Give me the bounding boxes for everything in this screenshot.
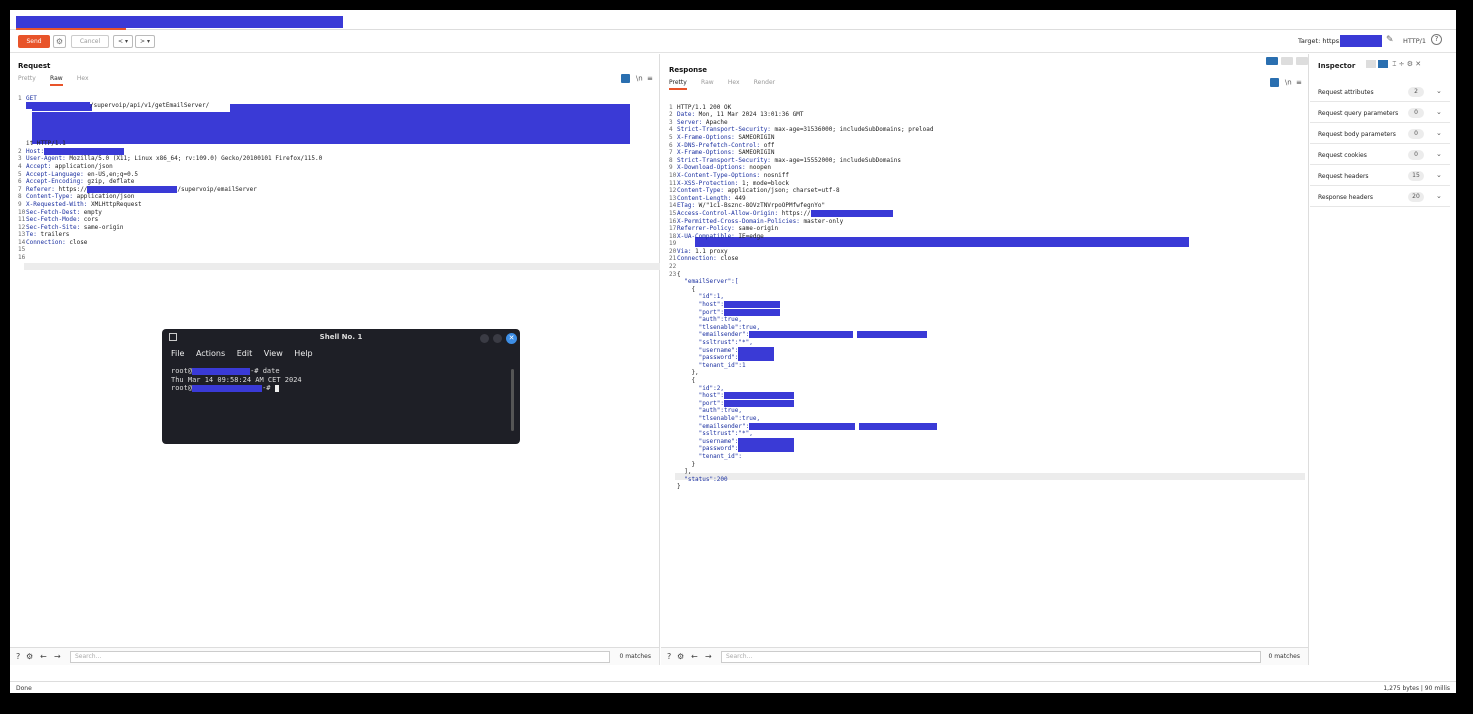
back-button[interactable]: < ▾ (113, 35, 133, 48)
current-line-highlight (24, 263, 660, 270)
toolbar: Send ⚙ Cancel < ▾ > ▾ Target: https:// ✎… (10, 31, 1456, 53)
edit-target-pencil-icon[interactable]: ✎ (1386, 35, 1394, 45)
settings-icon[interactable]: ⚙ (677, 652, 684, 661)
menu-edit[interactable]: Edit (237, 349, 253, 358)
inspector-controls: ⌶ ÷ ⚙ ✕ (1366, 60, 1421, 69)
request-find-bar: ? ⚙ ← → Search... 0 matches (10, 647, 659, 665)
response-find-bar: ? ⚙ ← → Search... 0 matches (661, 647, 1308, 665)
menu-actions[interactable]: Actions (196, 349, 225, 358)
active-tab-indicator (16, 28, 126, 30)
tab-hex[interactable]: Hex (728, 79, 740, 88)
count-badge: 0 (1408, 108, 1424, 118)
chevron-down-icon[interactable]: ⌄ (1436, 171, 1442, 179)
inspector-row-request-headers[interactable]: Request headers 15 ⌄ (1310, 166, 1450, 186)
chevron-down-icon[interactable]: ⌄ (1436, 129, 1442, 137)
chevron-down-icon[interactable]: ⌄ (1436, 108, 1442, 116)
settings-gear-icon[interactable]: ⚙ (53, 35, 66, 48)
wrap-toggle-icon[interactable] (620, 74, 630, 83)
collapse-icon[interactable]: ÷ (1399, 60, 1405, 68)
forward-button[interactable]: > ▾ (135, 35, 155, 48)
repeater-tab-bar (10, 10, 1456, 30)
inspector-layout-icon[interactable] (1366, 60, 1376, 68)
inspector-row-cookies[interactable]: Request cookies 0 ⌄ (1310, 145, 1450, 165)
status-text: Done (16, 685, 32, 692)
terminal-title-bar[interactable]: Shell No. 1 ✕ (162, 329, 520, 346)
newline-icon[interactable]: \n (1285, 79, 1292, 87)
menu-help[interactable]: Help (294, 349, 312, 358)
request-editor-controls: \n ≡ (620, 74, 653, 83)
terminal-cursor (274, 384, 279, 392)
terminal-title: Shell No. 1 (319, 333, 363, 341)
request-editor[interactable]: 1 GET /supervoip/api/v1/getEmailServer/ i… (18, 87, 322, 262)
terminal-output[interactable]: root@ -# date Thu Mar 14 09:58:24 AM CET … (171, 367, 302, 393)
count-badge: 0 (1408, 129, 1424, 139)
target-label: Target: https:// (1298, 37, 1346, 45)
wrap-toggle-icon[interactable] (1269, 78, 1279, 87)
inspector-row-response-headers[interactable]: Response headers 20 ⌄ (1310, 187, 1450, 207)
response-size-timing: 1,275 bytes | 90 millis (1383, 685, 1450, 692)
prev-match-icon[interactable]: ← (691, 652, 698, 661)
status-bar: Done 1,275 bytes | 90 millis (10, 681, 1456, 693)
count-badge: 20 (1408, 192, 1424, 202)
count-badge: 2 (1408, 87, 1424, 97)
help-icon[interactable]: ? (667, 652, 671, 661)
minimize-icon[interactable] (480, 334, 489, 343)
tab-raw[interactable]: Raw (701, 79, 714, 88)
inspector-panel: Inspector ⌶ ÷ ⚙ ✕ Request attributes 2 ⌄… (1310, 54, 1456, 665)
response-title: Response (669, 66, 708, 74)
close-icon[interactable]: ✕ (506, 333, 517, 344)
menu-icon[interactable]: ≡ (1296, 79, 1302, 87)
tab-hex[interactable]: Hex (77, 75, 89, 84)
request-match-count: 0 matches (619, 653, 651, 660)
tab-pretty[interactable]: Pretty (669, 79, 687, 90)
target-host-redacted[interactable] (1340, 35, 1382, 47)
chevron-down-icon[interactable]: ⌄ (1436, 192, 1442, 200)
inspector-row-query-parameters[interactable]: Request query parameters 0 ⌄ (1310, 103, 1450, 123)
prev-match-icon[interactable]: ← (40, 652, 47, 661)
menu-file[interactable]: File (171, 349, 184, 358)
terminal-window[interactable]: Shell No. 1 ✕ File Actions Edit View Hel… (162, 329, 520, 444)
request-view-tabs: Pretty Raw Hex (18, 74, 101, 86)
help-icon[interactable]: ? (1431, 34, 1442, 45)
chevron-down-icon[interactable]: ⌄ (1436, 87, 1442, 95)
cancel-button[interactable]: Cancel (71, 35, 109, 48)
count-badge: 0 (1408, 150, 1424, 160)
send-button[interactable]: Send (18, 35, 50, 48)
next-match-icon[interactable]: → (54, 652, 61, 661)
response-match-count: 0 matches (1268, 653, 1300, 660)
repeater-tab-redacted[interactable] (16, 16, 343, 30)
chevron-down-icon[interactable]: ⌄ (1436, 150, 1442, 158)
request-search-input[interactable]: Search... (70, 651, 610, 663)
tab-render[interactable]: Render (754, 79, 775, 88)
help-icon[interactable]: ? (16, 652, 20, 661)
protocol-label[interactable]: HTTP/1 (1403, 37, 1426, 45)
inspector-row-request-attributes[interactable]: Request attributes 2 ⌄ (1310, 82, 1450, 102)
inspector-title: Inspector (1318, 62, 1356, 70)
expand-icon[interactable]: ⌶ (1392, 60, 1396, 68)
menu-icon[interactable]: ≡ (647, 75, 653, 83)
response-editor-controls: \n ≡ (1269, 78, 1302, 87)
request-title: Request (18, 62, 51, 70)
close-icon[interactable]: ✕ (1415, 60, 1421, 68)
menu-view[interactable]: View (264, 349, 283, 358)
response-pane: Response Pretty Raw Hex Render \n ≡ 1 HTT… (661, 54, 1309, 665)
response-search-input[interactable]: Search... (721, 651, 1261, 663)
count-badge: 15 (1408, 171, 1424, 181)
maximize-icon[interactable] (493, 334, 502, 343)
newline-icon[interactable]: \n (636, 75, 643, 83)
inspector-row-body-parameters[interactable]: Request body parameters 0 ⌄ (1310, 124, 1450, 144)
terminal-scrollbar[interactable] (511, 369, 514, 431)
settings-gear-icon[interactable]: ⚙ (1407, 60, 1413, 68)
next-match-icon[interactable]: → (705, 652, 712, 661)
settings-icon[interactable]: ⚙ (26, 652, 33, 661)
terminal-menu-bar: File Actions Edit View Help (171, 349, 322, 358)
response-view-tabs: Pretty Raw Hex Render (669, 78, 787, 90)
tab-pretty[interactable]: Pretty (18, 75, 36, 84)
inspector-layout-active-icon[interactable] (1378, 60, 1388, 68)
response-editor[interactable]: 1 HTTP/1.1 200 OK 2 Date: Mon, 11 Mar 2024… (669, 96, 937, 491)
tab-raw[interactable]: Raw (50, 75, 63, 86)
